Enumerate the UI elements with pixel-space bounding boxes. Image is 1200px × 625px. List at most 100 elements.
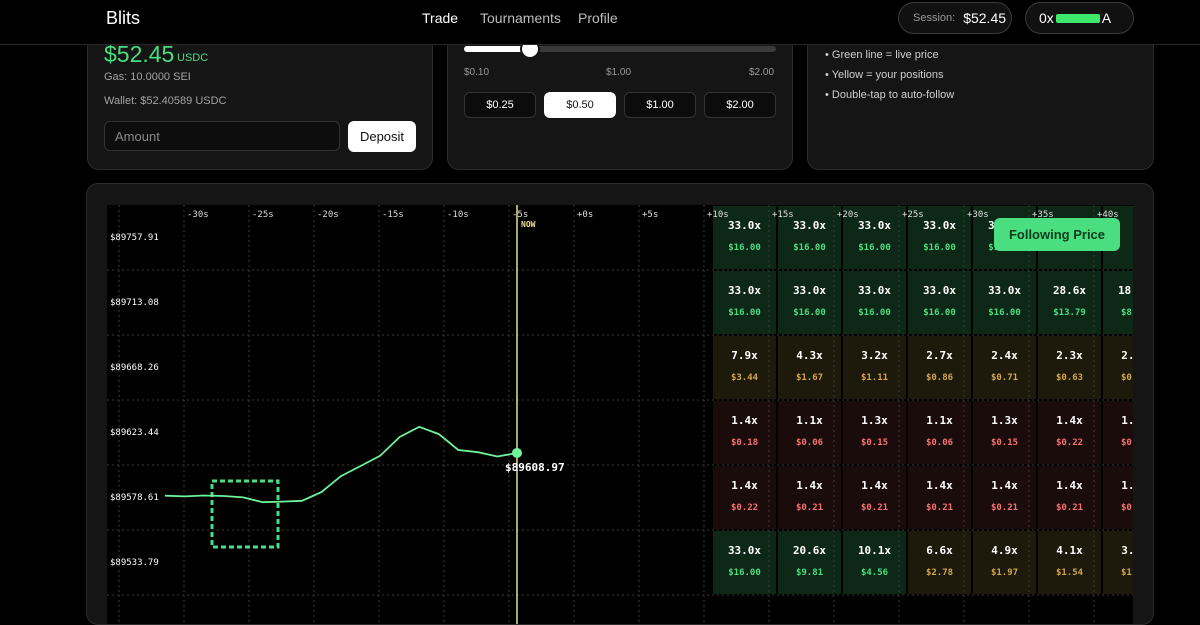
balance-amount: $52.45 (104, 41, 175, 67)
cell-payout: $0.71 (991, 373, 1018, 383)
cell-multiplier: 2.7x (926, 349, 953, 362)
cell-multiplier: 4.3x (796, 349, 823, 362)
price-label: $89668.26 (110, 363, 159, 373)
time-label: +0s (577, 210, 593, 220)
position-box (210, 479, 280, 549)
live-price-dot (512, 447, 522, 458)
cell-multiplier: 1.3x (861, 414, 888, 427)
cell-multiplier: 2.3x (1056, 349, 1083, 362)
cell-payout: $1.67 (796, 373, 823, 383)
grid-cell (1038, 531, 1101, 594)
grid-cell (908, 466, 971, 529)
price-grid[interactable]: 33.0x $16.00 33.0x $16.00 33.0x $16.00 33.0x $1… (107, 205, 1133, 624)
grid-cell (778, 271, 841, 334)
cell-multiplier: 33.0x (728, 284, 761, 297)
grid-cell (713, 531, 776, 594)
cell-multiplier: 33.0x (923, 219, 956, 232)
grid-cell (778, 401, 841, 464)
wallet-suffix: A (1101, 10, 1112, 26)
cell-payout: $0.86 (926, 373, 953, 383)
time-label: +30s (967, 210, 989, 220)
cell-payout: $13.79 (1053, 308, 1086, 318)
cell-multiplier: 33.0x (988, 284, 1021, 297)
cell-multiplier: 33.0x (793, 219, 826, 232)
deposit-button[interactable]: Deposit (348, 121, 416, 152)
price-label: $89713.08 (110, 298, 159, 308)
grid-cell (1103, 466, 1133, 529)
cell-payout: $3.44 (731, 373, 759, 383)
bet-option-button[interactable]: $1.00 (624, 92, 696, 118)
time-label: +25s (902, 210, 924, 220)
nav-profile[interactable]: Profile (578, 10, 618, 26)
cell-payout: $16.00 (793, 308, 826, 318)
grid-cell (778, 466, 841, 529)
gas-balance: Gas: 10.0000 SEI (104, 71, 191, 83)
time-label: +20s (837, 210, 859, 220)
grid-cell (843, 271, 906, 334)
cell-multiplier: 1.4x (796, 479, 823, 492)
cell-payout: $1.26 (1121, 568, 1133, 578)
balance-unit: USDC (177, 52, 209, 64)
nav-trade[interactable]: Trade (422, 10, 458, 26)
bet-slider[interactable] (464, 41, 776, 57)
cell-payout: $0.18 (731, 438, 758, 448)
bet-option-button[interactable]: $2.00 (704, 92, 776, 118)
cell-multiplier: 20.6x (793, 544, 826, 557)
cell-multiplier: 2.1x (1121, 349, 1133, 362)
cell-multiplier: 28.6x (1053, 284, 1086, 297)
time-label: -5s (512, 210, 528, 220)
cell-payout: $0.21 (1121, 503, 1133, 513)
cell-payout: $0.57 (1121, 373, 1133, 383)
time-label: -15s (382, 210, 404, 220)
cell-multiplier: 1.4x (731, 479, 758, 492)
cell-payout: $0.63 (1056, 373, 1083, 383)
price-label: $89578.61 (110, 493, 159, 503)
grid-cell (713, 401, 776, 464)
cell-payout: $16.00 (923, 243, 956, 253)
grid-cell (843, 401, 906, 464)
slider-tick-min: $0.10 (464, 67, 490, 78)
session-label: Session: (913, 12, 956, 24)
cell-multiplier: 1.3x (991, 414, 1018, 427)
bet-slider-fill (464, 46, 530, 52)
brand-logo[interactable]: Blits (106, 8, 140, 29)
cell-multiplier: 10.1x (858, 544, 891, 557)
grid-cell (973, 271, 1036, 334)
grid-cell (1103, 271, 1133, 334)
cell-payout: $1.97 (991, 568, 1018, 578)
cell-payout: $0.21 (1056, 503, 1083, 513)
cell-payout: $16.00 (923, 308, 956, 318)
grid-cell (908, 336, 971, 399)
cell-payout: $16.00 (988, 308, 1021, 318)
session-value: $52.45 (963, 10, 1007, 26)
time-label: +10s (707, 210, 729, 220)
cell-payout: $0.06 (926, 438, 953, 448)
cell-multiplier: 1.4x (926, 479, 953, 492)
grid-cell (778, 336, 841, 399)
nav-tournaments[interactable]: Tournaments (480, 10, 561, 26)
cell-multiplier: 33.0x (793, 284, 826, 297)
amount-input[interactable] (104, 121, 340, 151)
cell-multiplier: 6.6x (926, 544, 953, 557)
following-price-button[interactable]: Following Price (994, 218, 1120, 251)
cell-multiplier: 1.4x (1056, 479, 1083, 492)
top-nav-bar: Blits Trade Tournaments Profile Session:… (0, 0, 1200, 45)
now-label: NOW (521, 220, 536, 229)
bet-option-button-selected[interactable]: $0.50 (544, 92, 616, 118)
cell-payout: $4.56 (861, 568, 888, 578)
current-price-label: $89608.97 (505, 461, 565, 474)
cell-multiplier: 1.4x (861, 479, 888, 492)
grid-cell (908, 401, 971, 464)
cell-payout: $2.78 (926, 568, 953, 578)
grid-cell (843, 466, 906, 529)
grid-cell (843, 531, 906, 594)
cell-payout: $16.00 (728, 308, 761, 318)
cell-multiplier: 33.0x (923, 284, 956, 297)
bet-option-button[interactable]: $0.25 (464, 92, 536, 118)
grid-cell (973, 466, 1036, 529)
wallet-address-button[interactable]: 0x A (1025, 2, 1134, 34)
cell-payout: $9.81 (796, 568, 823, 578)
cell-payout: $16.00 (728, 243, 761, 253)
grid-cell (973, 401, 1036, 464)
cell-payout: $0.22 (1056, 438, 1083, 448)
